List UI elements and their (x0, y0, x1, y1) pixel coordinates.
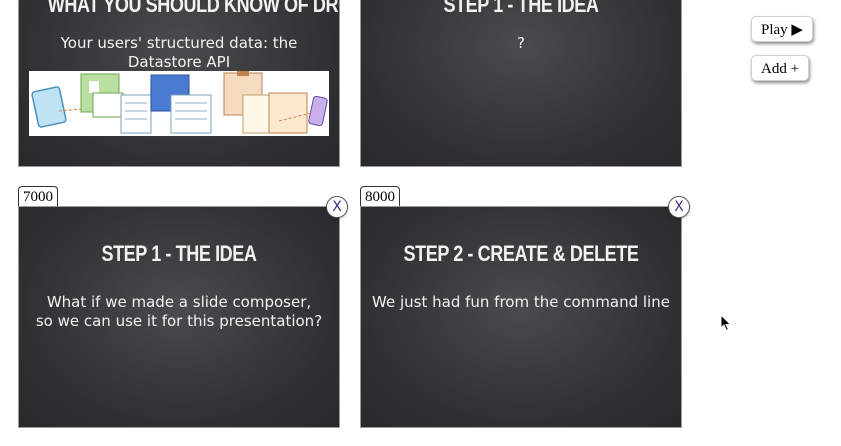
slide-card[interactable]: STEP 1 - THE IDEA ? (360, 0, 682, 167)
slide-number-tab: 8000 (360, 186, 400, 206)
play-button[interactable]: Play ▶ (751, 16, 813, 42)
slide-body-line: so we can use it for this presentation? (35, 312, 323, 330)
delete-slide-button[interactable]: X (668, 196, 690, 218)
mouse-cursor-icon (720, 314, 732, 332)
slide-body: ? (517, 34, 525, 52)
slide-body: Your users' structured data: the Datasto… (60, 34, 298, 71)
add-slide-button[interactable]: Add + (751, 55, 810, 81)
slide-card[interactable]: STEP 1 - THE IDEA What if we made a slid… (18, 206, 340, 428)
slide-body: We just had fun from the command line (372, 293, 670, 311)
slide-body: What if we made a slide composer, so we … (27, 293, 331, 331)
delete-slide-button[interactable]: X (326, 196, 348, 218)
slide-composer-page: WHAT YOU SHOULD KNOW OF DROPBOX Your use… (0, 0, 841, 446)
slide-number-tab: 7000 (18, 186, 58, 206)
datastore-illustration (29, 71, 329, 136)
slide-title: STEP 1 - THE IDEA (101, 241, 257, 266)
slide-title: WHAT YOU SHOULD KNOW OF DROPBOX (47, 0, 339, 17)
slide-title: STEP 2 - CREATE & DELETE (403, 241, 639, 266)
slide-body-line: What if we made a slide composer, (46, 293, 312, 311)
slide-card[interactable]: STEP 2 - CREATE & DELETE We just had fun… (360, 206, 682, 428)
slide-card[interactable]: WHAT YOU SHOULD KNOW OF DROPBOX Your use… (18, 0, 340, 167)
slide-title: STEP 1 - THE IDEA (443, 0, 599, 17)
